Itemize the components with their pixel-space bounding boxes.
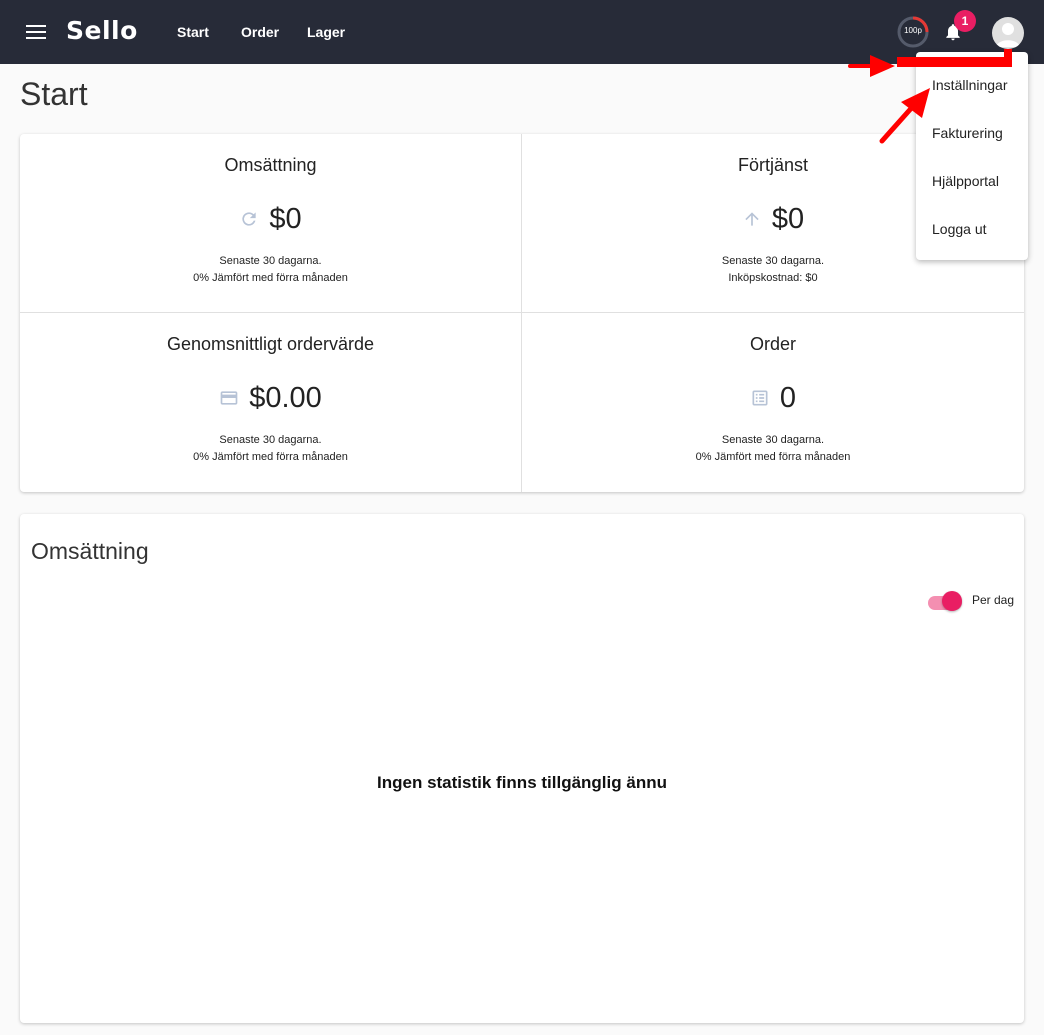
stat-comparison: 0% Jämfört med förra månaden [695,451,851,463]
nav-start[interactable]: Start [177,24,209,40]
empty-state-message: Ingen statistik finns tillgänglig ännu [377,773,667,792]
logo[interactable]: Sello [66,16,138,45]
menu-icon[interactable] [26,25,46,41]
nav-order[interactable]: Order [241,24,279,40]
stat-value: $0.00 [249,381,322,414]
nav-lager[interactable]: Lager [307,24,345,40]
credit-card-icon [220,391,238,405]
stat-title: Omsättning [224,155,317,175]
per-day-toggle[interactable] [926,590,964,612]
stat-order: Order 0 Senaste 30 dagarna. 0% Jämfört m… [522,313,1024,492]
stat-average-order-value: Genomsnittligt ordervärde $0.00 Senaste … [20,313,522,492]
menu-item-installningar[interactable]: Inställningar [932,77,1008,93]
per-day-label: Per dag [972,593,1015,607]
points-indicator[interactable]: 100p [897,16,929,48]
stat-comparison: 0% Jämfört med förra månaden [193,272,348,284]
page-title: Start [20,76,88,112]
stat-period: Senaste 30 dagarna. [219,255,322,267]
stat-title: Genomsnittligt ordervärde [166,334,375,354]
toggle-knob [942,591,962,611]
top-bar: Sello Start Order Lager 100p 1 [0,0,1044,64]
revenue-title: Omsättning [31,538,149,564]
stat-value: 0 [779,381,797,414]
user-menu: Inställningar Fakturering Hjälpportal Lo… [916,52,1028,260]
points-label: 100p [904,26,922,35]
list-icon [752,390,768,406]
stat-value: $0 [269,202,302,235]
menu-item-logga-ut[interactable]: Logga ut [932,221,987,237]
menu-item-hjalpportal[interactable]: Hjälpportal [932,173,999,189]
arrow-up-icon [745,212,759,226]
refresh-icon [242,212,257,226]
stat-period: Senaste 30 dagarna. [721,434,825,446]
stat-value: $0 [771,202,805,235]
stat-omsattning: Omsättning $0 Senaste 30 dagarna. 0% Jäm… [20,134,522,313]
stats-card: Omsättning $0 Senaste 30 dagarna. 0% Jäm… [20,134,1024,492]
stat-period: Senaste 30 dagarna. [219,434,322,446]
user-icon [996,23,1020,47]
avatar[interactable] [992,17,1024,49]
stat-purchase-cost: Inköpskostnad: $0 [728,272,818,284]
stat-title: Order [749,334,796,354]
notification-badge: 1 [954,10,976,32]
revenue-card: Omsättning Per dag Ingen statistik finns… [20,514,1024,1023]
menu-item-fakturering[interactable]: Fakturering [932,125,1003,141]
stat-comparison: 0% Jämfört med förra månaden [193,451,348,463]
